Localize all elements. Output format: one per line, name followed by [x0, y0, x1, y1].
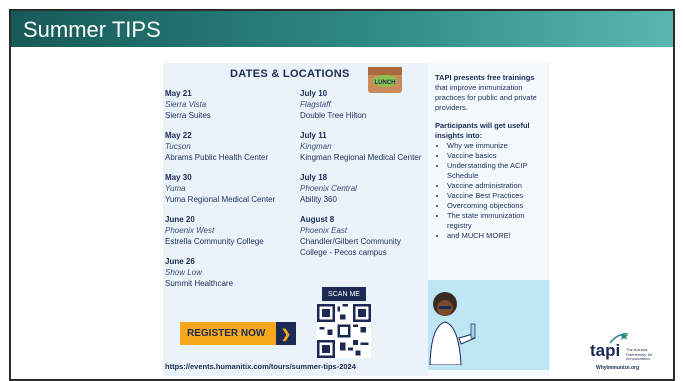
logo-tagline: The Arizona Partnership for Immunization: [626, 347, 653, 361]
location-city: Sierra Vista: [165, 100, 207, 109]
title-bar: Summer TIPS: [11, 11, 673, 47]
location-venue: Ability 360: [300, 195, 337, 204]
location-date: June 20: [165, 215, 195, 224]
logo-wordmark: tapi: [590, 341, 621, 360]
participants-heading: Participants will get useful insights in…: [435, 121, 530, 140]
lunch-label: LUNCH: [375, 80, 396, 86]
locations-right-column: July 10 Flagstaff Double Tree Hilton Jul…: [300, 88, 425, 258]
slide-title: Summer TIPS: [23, 17, 161, 42]
flyer-intro: TAPI presents free trainings that improv…: [435, 73, 545, 241]
topic-item: Overcoming objections: [447, 201, 545, 211]
intro-bold-text: TAPI presents free trainings: [435, 73, 535, 82]
location-date: July 11: [300, 131, 327, 140]
location-city: Phoenix East: [300, 226, 348, 235]
topic-item: Vaccine basics: [447, 151, 545, 161]
topic-item: and MUCH MORE!: [447, 231, 545, 241]
scan-me-label: SCAN ME: [322, 287, 366, 301]
qr-code-icon: [317, 304, 371, 358]
location-item: August 8 Phoenix East Chandler/Gilbert C…: [300, 214, 425, 258]
topic-item: Why we immunize: [447, 141, 545, 151]
locations-left-column: May 21 Sierra Vista Sierra Suites May 22…: [165, 88, 295, 289]
location-venue: Yuma Regional Medical Center: [165, 195, 276, 204]
location-venue: Chandler/Gilbert Community College - Pec…: [300, 237, 401, 257]
location-city: Tucson: [165, 142, 191, 151]
location-date: August 8: [300, 215, 335, 224]
location-item: July 18 Phoenix Central Ability 360: [300, 172, 425, 205]
topic-item: Vaccine administration: [447, 181, 545, 191]
location-date: May 22: [165, 131, 192, 140]
scientist-illustration-icon: [429, 292, 476, 365]
flyer-header: DATES & LOCATIONS: [230, 68, 350, 80]
location-item: May 22 Tucson Abrams Public Health Cente…: [165, 130, 295, 163]
location-city: Kingman: [300, 142, 332, 151]
location-date: June 26: [165, 257, 195, 266]
location-venue: Kingman Regional Medical Center: [300, 153, 422, 162]
registration-url[interactable]: https://events.humanitix.com/tours/summe…: [165, 362, 356, 371]
location-venue: Sierra Suites: [165, 111, 211, 120]
location-date: May 30: [165, 173, 192, 182]
location-item: June 20 Phoenix West Estrella Community …: [165, 214, 295, 247]
location-city: Phoenix West: [165, 226, 215, 235]
topics-list: Why we immunize Vaccine basics Understan…: [435, 141, 545, 241]
location-item: June 26 Show Low Summit Healthcare: [165, 256, 295, 289]
intro-text: that improve immunization practices for …: [435, 83, 537, 112]
location-venue: Abrams Public Health Center: [165, 153, 269, 162]
location-item: May 30 Yuma Yuma Regional Medical Center: [165, 172, 295, 205]
topic-item: Vaccine Best Practices: [447, 191, 545, 201]
location-venue: Double Tree Hilton: [300, 111, 367, 120]
location-venue: Summit Healthcare: [165, 279, 234, 288]
location-date: May 21: [165, 89, 192, 98]
topic-item: The state immunization registry: [447, 211, 545, 231]
tapi-logo: tapi The Arizona Partnership for Immuniz…: [586, 332, 666, 375]
location-city: Phoenix Central: [300, 184, 357, 193]
location-date: July 18: [300, 173, 328, 182]
topic-item: Understanding the ACIP Schedule: [447, 161, 545, 181]
register-label: REGISTER NOW: [187, 328, 266, 339]
location-item: July 11 Kingman Kingman Regional Medical…: [300, 130, 425, 163]
location-city: Flagstaff: [300, 100, 331, 109]
location-city: Show Low: [165, 268, 202, 277]
location-item: July 10 Flagstaff Double Tree Hilton: [300, 88, 425, 121]
location-venue: Estrella Community College: [165, 237, 264, 246]
logo-site: WhyImmunize.org: [596, 365, 640, 371]
location-city: Yuma: [165, 184, 186, 193]
register-now-button[interactable]: REGISTER NOW ❯: [180, 322, 296, 345]
location-date: July 10: [300, 89, 328, 98]
chevron-right-icon: ❯: [276, 322, 296, 345]
location-item: May 21 Sierra Vista Sierra Suites: [165, 88, 295, 121]
